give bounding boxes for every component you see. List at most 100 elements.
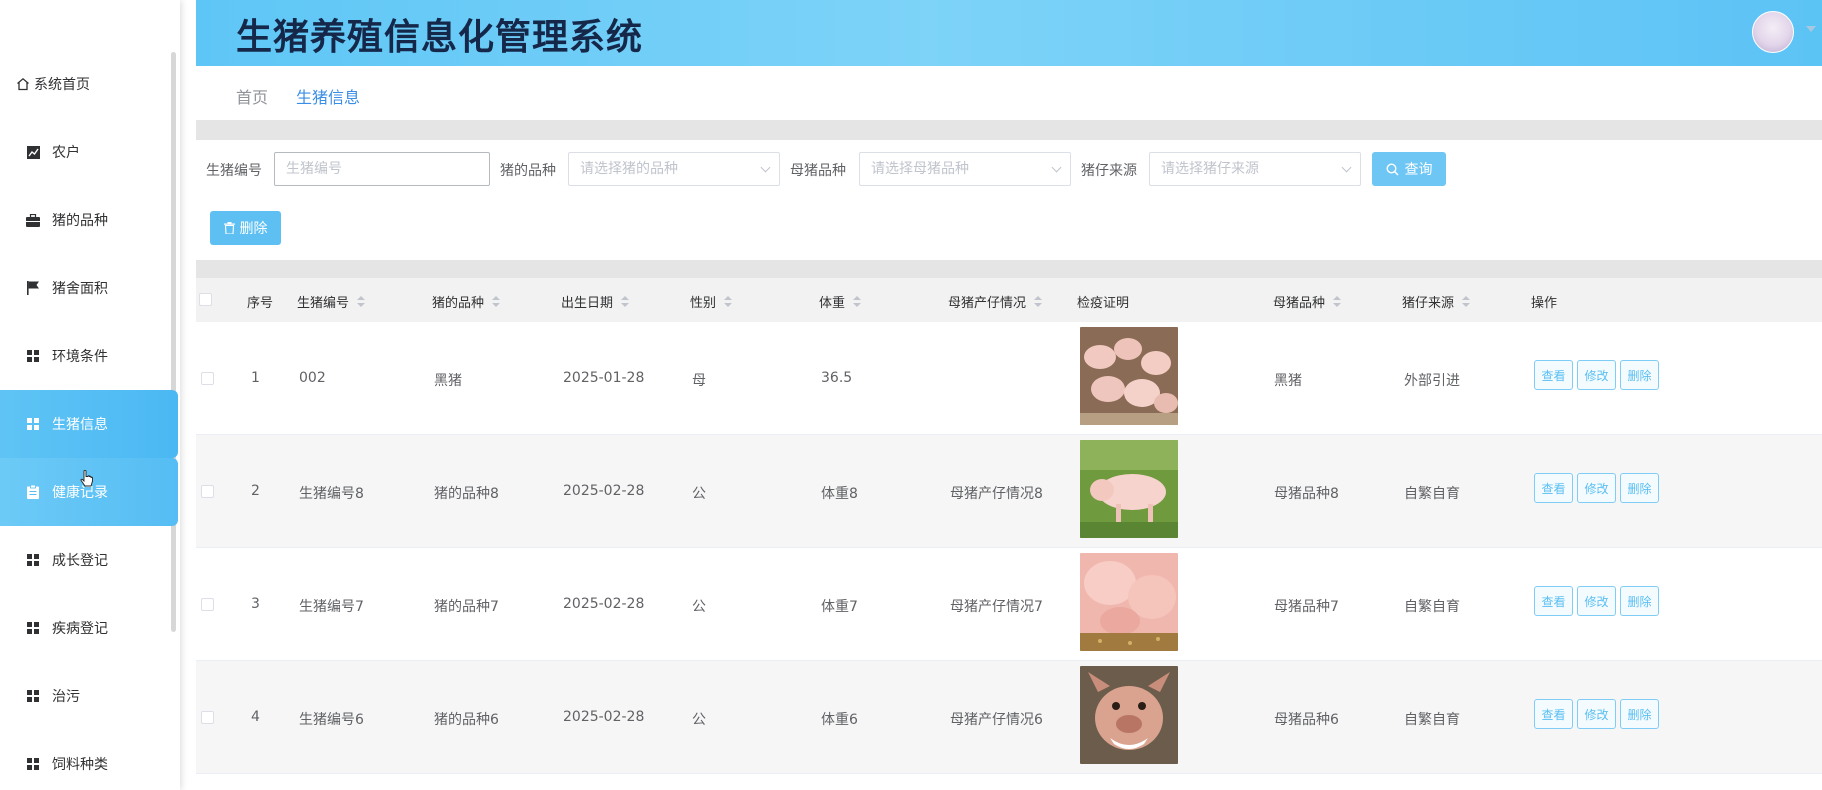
header-label: 母猪产仔情况 bbox=[948, 296, 1027, 311]
view-button[interactable]: 查看 bbox=[1534, 473, 1573, 503]
cell-sex: 母 bbox=[692, 373, 706, 389]
header-weight[interactable]: 体重 bbox=[819, 292, 862, 311]
sidebar-item-label: 猪的品种 bbox=[52, 213, 108, 229]
header-actions: 操作 bbox=[1531, 292, 1557, 311]
cell-weight: 体重6 bbox=[821, 712, 858, 728]
header-sow-status[interactable]: 母猪产仔情况 bbox=[948, 292, 1043, 311]
sidebar-item-label: 系统首页 bbox=[34, 77, 90, 93]
sidebar-item-label: 环境条件 bbox=[52, 349, 108, 365]
view-button[interactable]: 查看 bbox=[1534, 586, 1573, 616]
delete-button[interactable]: 删除 bbox=[1620, 473, 1659, 503]
certificate-image[interactable] bbox=[1080, 553, 1178, 651]
cell-pig-no: 002 bbox=[299, 370, 326, 386]
delete-button[interactable]: 删除 bbox=[1620, 360, 1659, 390]
delete-button[interactable]: 删除 bbox=[1620, 586, 1659, 616]
grid-icon bbox=[26, 417, 40, 431]
row-checkbox[interactable] bbox=[201, 485, 214, 498]
grid-icon bbox=[26, 689, 40, 703]
sort-icon[interactable] bbox=[853, 295, 862, 308]
cell-birth: 2025-02-28 bbox=[563, 483, 645, 499]
sidebar-item-disease[interactable]: 疾病登记 bbox=[0, 594, 178, 662]
source-select-placeholder: 请选择猪仔来源 bbox=[1161, 161, 1259, 177]
sow-breed-select[interactable]: 请选择母猪品种 bbox=[859, 152, 1071, 186]
sidebar-item-farmer[interactable]: 农户 bbox=[0, 118, 178, 186]
header-sex[interactable]: 性别 bbox=[690, 292, 733, 311]
header-label: 生猪编号 bbox=[297, 296, 350, 311]
cell-breed: 黑猪 bbox=[434, 373, 462, 389]
chevron-down-icon[interactable] bbox=[1806, 26, 1816, 32]
header-sow-breed[interactable]: 母猪品种 bbox=[1273, 292, 1342, 311]
row-checkbox[interactable] bbox=[201, 372, 214, 385]
cell-sex: 公 bbox=[692, 486, 706, 502]
row-checkbox[interactable] bbox=[201, 598, 214, 611]
cell-sow-breed: 母猪品种7 bbox=[1274, 599, 1339, 615]
row-checkbox[interactable] bbox=[201, 711, 214, 724]
sidebar-item-pig-info[interactable]: 生猪信息 bbox=[0, 390, 178, 458]
edit-button[interactable]: 修改 bbox=[1577, 699, 1616, 729]
edit-button[interactable]: 修改 bbox=[1577, 586, 1616, 616]
header-label: 序号 bbox=[247, 296, 274, 311]
view-button[interactable]: 查看 bbox=[1534, 360, 1573, 390]
query-button[interactable]: 查询 bbox=[1372, 152, 1446, 186]
sidebar-item-breed[interactable]: 猪的品种 bbox=[0, 186, 178, 254]
cell-source: 自繁自育 bbox=[1404, 599, 1460, 615]
sidebar-item-feed-type[interactable]: 饲料种类 bbox=[0, 730, 178, 790]
sort-icon[interactable] bbox=[724, 295, 733, 308]
certificate-image[interactable] bbox=[1080, 666, 1178, 764]
header-breed[interactable]: 猪的品种 bbox=[432, 292, 501, 311]
cell-sex: 公 bbox=[692, 599, 706, 615]
breadcrumb-home[interactable]: 首页 bbox=[236, 84, 268, 108]
sort-icon[interactable] bbox=[1333, 295, 1342, 308]
sidebar-item-pigsty-area[interactable]: 猪舍面积 bbox=[0, 254, 178, 322]
grid-icon bbox=[26, 553, 40, 567]
breed-select[interactable]: 请选择猪的品种 bbox=[568, 152, 780, 186]
sort-icon[interactable] bbox=[357, 295, 366, 308]
cell-sow-status: 母猪产仔情况7 bbox=[950, 599, 1043, 615]
batch-delete-button[interactable]: 删除 bbox=[210, 211, 281, 245]
sort-icon[interactable] bbox=[1462, 295, 1471, 308]
cell-sow-breed: 母猪品种8 bbox=[1274, 486, 1339, 502]
header-index: 序号 bbox=[247, 292, 273, 311]
sidebar-item-environment[interactable]: 环境条件 bbox=[0, 322, 178, 390]
delete-button[interactable]: 删除 bbox=[1620, 699, 1659, 729]
table-row: 1 002 黑猪 2025-01-28 母 36.5 黑猪 外部引进 查看 修改… bbox=[196, 322, 1822, 435]
source-label: 猪仔来源 bbox=[1081, 163, 1137, 179]
header-label: 检疫证明 bbox=[1077, 296, 1130, 311]
table-header: 序号 生猪编号 猪的品种 出生日期 性别 体重 母猪产仔情况 检疫证明 母猪品种… bbox=[196, 278, 1822, 322]
table-row: 3 生猪编号7 猪的品种7 2025-02-28 公 体重7 母猪产仔情况7 母… bbox=[196, 548, 1822, 661]
sort-icon[interactable] bbox=[1034, 295, 1043, 308]
sow-breed-label: 母猪品种 bbox=[790, 163, 846, 179]
sidebar-item-home[interactable]: 系统首页 bbox=[0, 50, 178, 118]
cell-sow-status: 母猪产仔情况6 bbox=[950, 712, 1043, 728]
sidebar-item-pollution[interactable]: 治污 bbox=[0, 662, 178, 730]
cell-index: 1 bbox=[251, 370, 260, 386]
sidebar-item-label: 生猪信息 bbox=[52, 417, 108, 433]
avatar[interactable] bbox=[1752, 11, 1794, 53]
edit-button[interactable]: 修改 bbox=[1577, 473, 1616, 503]
edit-button[interactable]: 修改 bbox=[1577, 360, 1616, 390]
header-label: 体重 bbox=[819, 296, 846, 311]
header-pig-no[interactable]: 生猪编号 bbox=[297, 292, 366, 311]
sort-icon[interactable] bbox=[621, 295, 630, 308]
pig-no-input[interactable]: 生猪编号 bbox=[274, 152, 490, 186]
header-birth[interactable]: 出生日期 bbox=[561, 292, 630, 311]
sidebar-item-label: 饲料种类 bbox=[52, 757, 108, 773]
sort-icon[interactable] bbox=[492, 295, 501, 308]
top-header: 生猪养殖信息化管理系统 bbox=[196, 0, 1822, 66]
batch-delete-label: 删除 bbox=[239, 221, 268, 237]
certificate-image[interactable] bbox=[1080, 440, 1178, 538]
header-source[interactable]: 猪仔来源 bbox=[1402, 292, 1471, 311]
breadcrumb: 首页 生猪信息 bbox=[196, 66, 1822, 120]
sidebar-item-label: 猪舍面积 bbox=[52, 281, 108, 297]
search-panel: 生猪编号 生猪编号 猪的品种 请选择猪的品种 母猪品种 请选择母猪品种 猪仔来源… bbox=[196, 140, 1822, 260]
sidebar-item-growth[interactable]: 成长登记 bbox=[0, 526, 178, 594]
view-button[interactable]: 查看 bbox=[1534, 699, 1573, 729]
cell-birth: 2025-02-28 bbox=[563, 596, 645, 612]
breadcrumb-current[interactable]: 生猪信息 bbox=[296, 84, 360, 108]
cell-weight: 36.5 bbox=[821, 370, 853, 386]
certificate-image[interactable] bbox=[1080, 327, 1178, 425]
cell-breed: 猪的品种8 bbox=[434, 486, 499, 502]
grid-icon bbox=[26, 349, 40, 363]
select-all-checkbox[interactable] bbox=[199, 293, 212, 306]
source-select[interactable]: 请选择猪仔来源 bbox=[1149, 152, 1361, 186]
